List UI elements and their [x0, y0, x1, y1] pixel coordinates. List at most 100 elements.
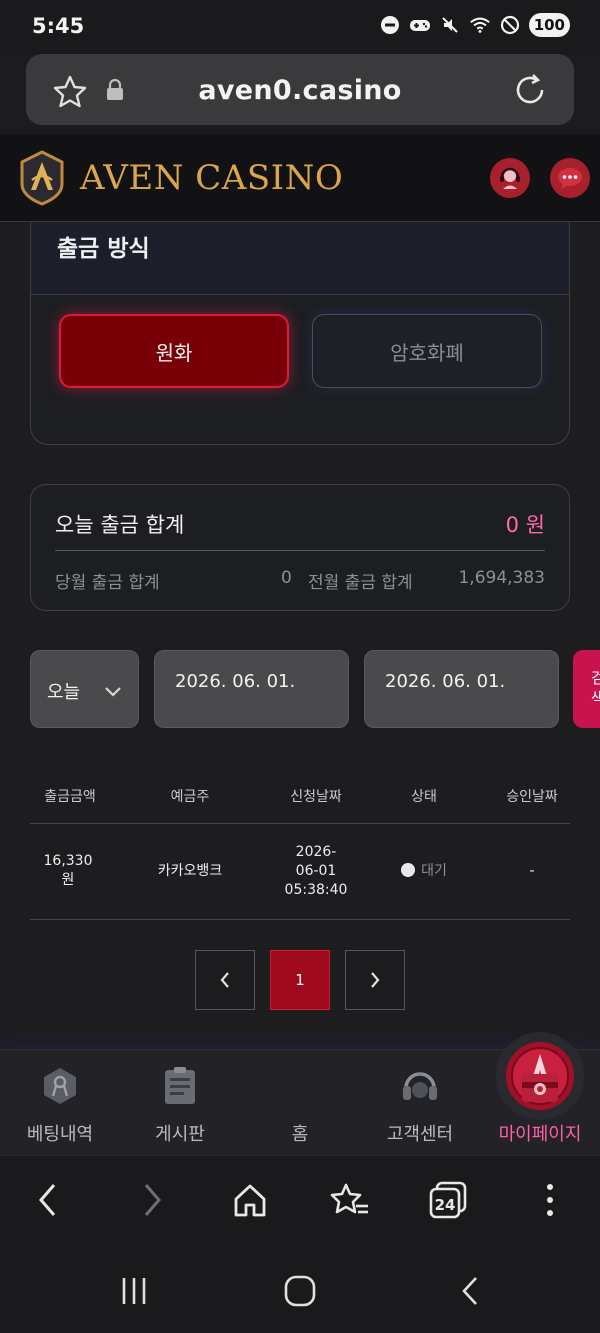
bookmarks-button[interactable]	[328, 1178, 372, 1222]
arrow-left-icon	[39, 1184, 56, 1216]
browser-forward-button[interactable]	[130, 1178, 174, 1222]
arrow-right-icon	[144, 1184, 161, 1216]
customer-support-button[interactable]	[490, 158, 530, 198]
house-icon	[234, 1184, 266, 1217]
row-request-date: 2026- 06-01 05:38:40	[266, 843, 366, 900]
nav-home[interactable]: 홈	[240, 1032, 584, 1152]
browser-back-button[interactable]	[26, 1178, 70, 1222]
site-bottom-nav: 베팅내역 게시판 홈 고객센터 마이페이지	[0, 1032, 600, 1155]
prev-page-button[interactable]	[195, 950, 255, 1010]
nav-label: 게시판	[155, 1124, 205, 1145]
dnd-icon	[379, 14, 401, 36]
search-button[interactable]: 검색	[573, 650, 600, 728]
status-icons: 100	[379, 13, 570, 37]
today-total-value: 0 원	[505, 513, 545, 537]
reload-icon[interactable]	[512, 72, 548, 112]
tabs-button[interactable]: 24	[426, 1178, 470, 1222]
row-status-text: 대기	[421, 863, 447, 879]
ribbon-icon	[0, 1062, 120, 1106]
aven-logo-icon[interactable]	[18, 150, 66, 210]
summary-divider	[55, 550, 545, 551]
more-vertical-icon	[547, 1184, 553, 1216]
recent-apps-button[interactable]	[112, 1269, 156, 1313]
row-request-date-line1: 2026-	[295, 844, 337, 860]
row-holder: 카카오뱅크	[157, 863, 223, 879]
next-page-button[interactable]	[345, 950, 405, 1010]
month-total-value: 0	[281, 568, 292, 588]
screen: 5:45 100 aven0.casino AVEN CASINO 출금 방식 …	[0, 0, 600, 1333]
page-button-current[interactable]: 1	[270, 950, 330, 1010]
headset-icon	[360, 1062, 480, 1106]
row-request-date-line2: 06-01	[295, 863, 337, 879]
system-nav-bar	[0, 1245, 600, 1333]
nav-label: 마이페이지	[498, 1124, 582, 1145]
nav-label: 홈	[291, 1124, 309, 1145]
nav-board[interactable]: 게시판	[120, 1062, 240, 1152]
period-select[interactable]: 오늘	[30, 650, 139, 728]
end-date-input[interactable]: 2026. 06. 01.	[364, 650, 559, 728]
header-holder: 예금주	[170, 789, 210, 805]
url-text[interactable]: aven0.casino	[26, 75, 574, 106]
chevron-left-icon	[220, 972, 229, 988]
table-header: 출금금액 예금주 신청날짜 상태 승인날짜	[30, 764, 570, 824]
start-date-input[interactable]: 2026. 06. 01.	[154, 650, 349, 728]
nav-customer-center[interactable]: 고객센터	[360, 1062, 480, 1152]
month-total-label: 당월 출금 합계	[55, 573, 160, 593]
status-bar: 5:45 100	[0, 0, 600, 54]
row-request-date-line3: 05:38:40	[284, 882, 348, 898]
end-date-value: 2026. 06. 01.	[385, 671, 506, 692]
system-back-button[interactable]	[448, 1269, 492, 1313]
system-home-button[interactable]	[278, 1269, 322, 1313]
today-total-label: 오늘 출금 합계	[55, 513, 185, 537]
chat-bubble-icon	[558, 168, 582, 189]
period-select-value: 오늘	[47, 682, 81, 703]
recent-apps-icon	[122, 1278, 146, 1304]
withdraw-summary-card: 오늘 출금 합계 0 원 당월 출금 합계 0 전월 출금 합계 1,694,3…	[30, 484, 570, 611]
header-amount: 출금금액	[44, 789, 96, 805]
withdraw-method-header: 출금 방식	[31, 222, 569, 295]
pagination: 1	[0, 950, 600, 1010]
row-status: 대기	[376, 862, 472, 881]
nav-label: 베팅내역	[26, 1124, 94, 1145]
address-bar[interactable]: aven0.casino	[26, 54, 574, 125]
blocked-icon	[499, 14, 521, 36]
wifi-icon	[469, 14, 491, 36]
back-chevron-icon	[462, 1277, 477, 1305]
table-row[interactable]: 16,330 원 카카오뱅크 2026- 06-01 05:38:40 대기 -	[30, 824, 570, 920]
status-time: 5:45	[32, 14, 85, 38]
row-approved-date: -	[529, 863, 535, 879]
row-amount: 16,330 원	[30, 852, 106, 890]
tabs-count: 24	[435, 1196, 456, 1214]
nav-label: 고객센터	[386, 1124, 454, 1145]
gamepad-icon	[409, 14, 431, 36]
header-approved-date: 승인날짜	[506, 789, 558, 805]
nav-betting-history[interactable]: 베팅내역	[0, 1062, 120, 1152]
chevron-down-icon	[104, 683, 122, 702]
tabs-icon: 24	[429, 1181, 467, 1219]
prev-month-total-label: 전월 출금 합계	[308, 573, 413, 593]
search-button-label: 검색	[591, 669, 600, 707]
nav-mypage[interactable]: 마이페이지	[480, 1062, 600, 1152]
crypto-option-button[interactable]: 암호화폐	[312, 314, 542, 388]
withdraw-method-card: 출금 방식 원화 암호화폐	[30, 222, 570, 445]
krw-option-button[interactable]: 원화	[59, 314, 289, 388]
header-status: 상태	[411, 789, 437, 805]
browser-toolbar: 24	[0, 1155, 600, 1245]
brand-name[interactable]: AVEN CASINO	[80, 158, 343, 198]
status-dot-icon	[401, 863, 416, 877]
browser-home-button[interactable]	[228, 1178, 272, 1222]
mypage-icon	[480, 1062, 600, 1106]
home-square-icon	[284, 1275, 316, 1307]
board-icon	[120, 1062, 240, 1106]
chat-button[interactable]	[550, 158, 590, 198]
row-amount-number: 16,330	[43, 853, 93, 869]
chevron-right-icon	[371, 972, 380, 988]
row-amount-unit: 원	[61, 872, 75, 888]
mute-icon	[439, 14, 461, 36]
withdraw-method-title: 출금 방식	[57, 236, 150, 262]
browser-menu-button[interactable]	[528, 1178, 572, 1222]
withdraw-history-table: 출금금액 예금주 신청날짜 상태 승인날짜 16,330 원 카카오뱅크 202…	[30, 764, 570, 920]
prev-month-total-value: 1,694,383	[458, 568, 545, 588]
header-request-date: 신청날짜	[290, 789, 342, 805]
withdraw-content: 출금 방식 원화 암호화폐 오늘 출금 합계 0 원 당월 출금 합계 0 전월…	[0, 222, 600, 1049]
